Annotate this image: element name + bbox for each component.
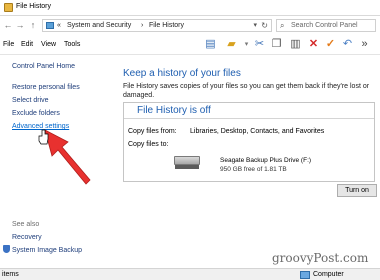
item-count: items <box>2 271 19 278</box>
annotation-arrow-overlay <box>38 129 91 185</box>
status-bar: items Computer <box>0 268 380 280</box>
watermark: groovyPost.com <box>272 251 369 265</box>
location-label: Computer <box>313 271 344 278</box>
red-arrow-icon <box>44 129 91 185</box>
computer-icon <box>300 271 310 279</box>
